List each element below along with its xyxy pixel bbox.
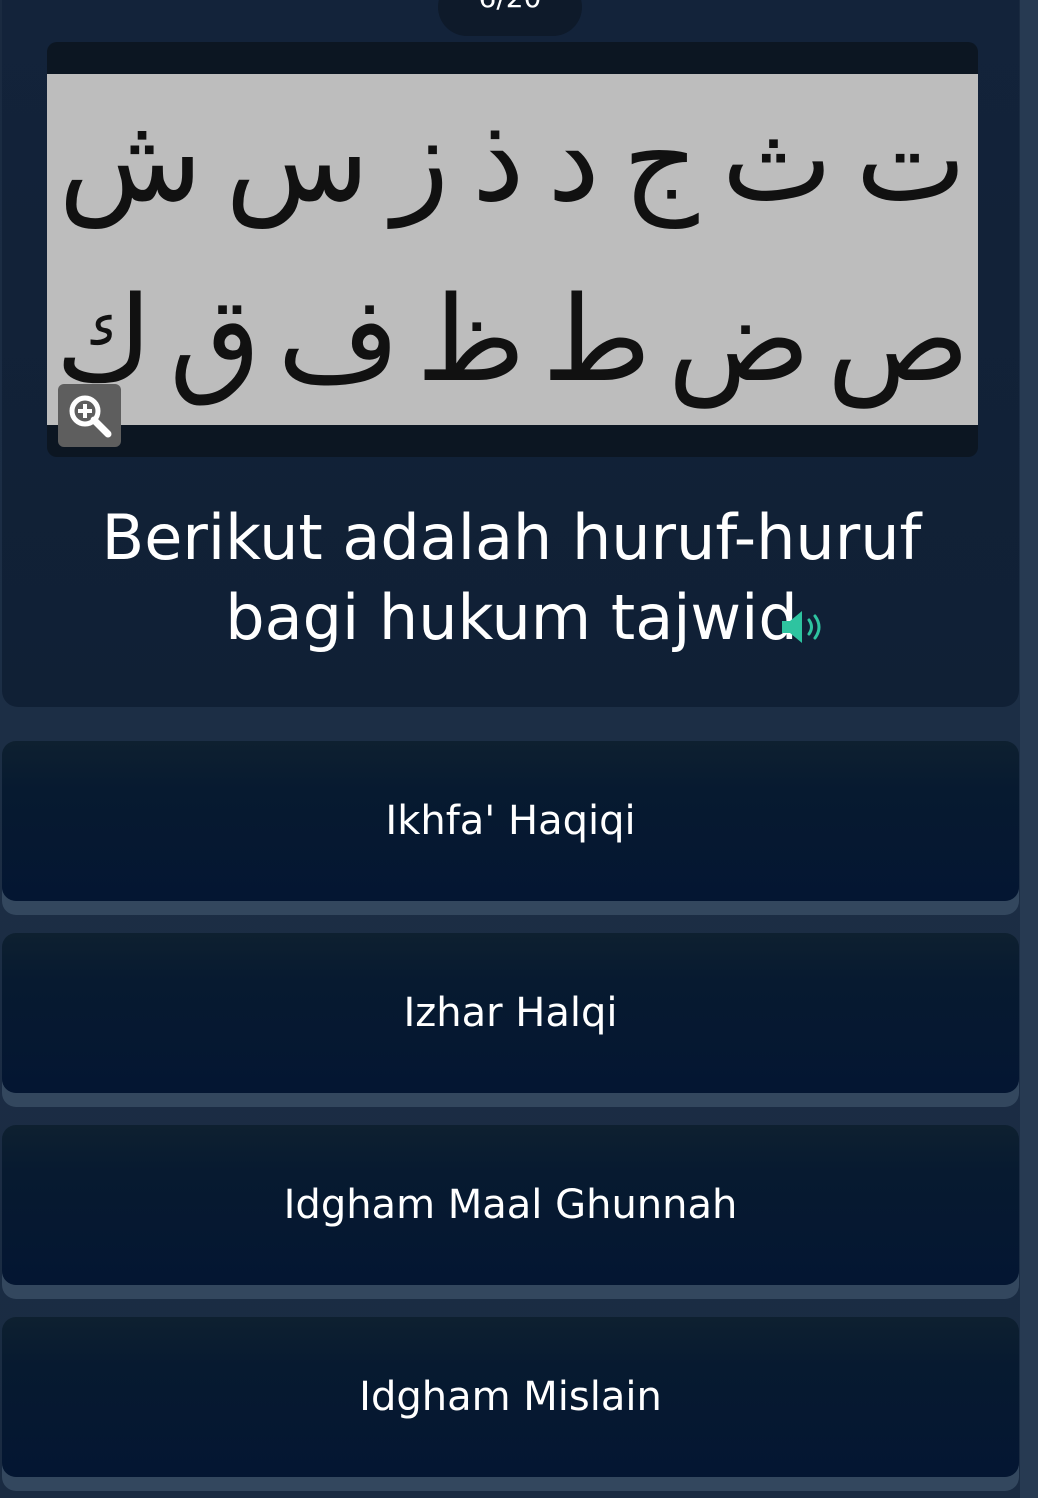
- question-counter: 6/20: [438, 0, 582, 36]
- letter-row-2: ص ض ط ظ ف ق ك: [47, 264, 978, 414]
- answer-option-label: Ikhfa' Haqiqi: [385, 798, 636, 844]
- letter: ش: [58, 90, 203, 228]
- read-aloud-button[interactable]: [778, 605, 828, 649]
- letter: ظ: [416, 270, 526, 408]
- scroll-rail: [1020, 0, 1038, 1498]
- question-text: Berikut adalah huruf-huruf bagi hukum ta…: [2, 498, 1021, 658]
- zoom-in-icon: [69, 395, 111, 437]
- letter: ت: [855, 90, 967, 228]
- letter: ق: [169, 270, 261, 408]
- letter: ز: [392, 90, 450, 228]
- answer-option[interactable]: Izhar Halqi: [2, 933, 1019, 1093]
- speaker-icon: [782, 611, 821, 643]
- question-line-2: bagi hukum tajwid: [225, 581, 798, 654]
- answer-option-label: Izhar Halqi: [403, 990, 618, 1036]
- letter: ط: [542, 270, 652, 408]
- question-line-1: Berikut adalah huruf-huruf: [101, 501, 922, 574]
- question-image: ت ث ج د ذ ز س ش ص ض ط ظ ف ق ك: [47, 74, 978, 425]
- letter-row-1: ت ث ج د ذ ز س ش: [47, 84, 978, 234]
- letter: ث: [721, 90, 833, 228]
- zoom-in-button[interactable]: [58, 384, 121, 447]
- letter: د: [547, 90, 600, 228]
- answer-option[interactable]: Ikhfa' Haqiqi: [2, 741, 1019, 901]
- question-card: ت ث ج د ذ ز س ش ص ض ط ظ ف ق ك Berikut ad…: [2, 0, 1019, 707]
- answer-option-label: Idgham Maal Ghunnah: [283, 1182, 738, 1228]
- letter: س: [225, 90, 370, 228]
- answer-option[interactable]: Idgham Mislain: [2, 1317, 1019, 1477]
- letter: ذ: [471, 90, 525, 228]
- letter: ف: [277, 270, 400, 408]
- letter: ج: [622, 90, 699, 228]
- letter: ض: [667, 270, 811, 408]
- answer-option-label: Idgham Mislain: [359, 1374, 662, 1420]
- question-image-frame: ت ث ج د ذ ز س ش ص ض ط ظ ف ق ك: [47, 42, 978, 457]
- answer-option[interactable]: Idgham Maal Ghunnah: [2, 1125, 1019, 1285]
- letter: ك: [55, 270, 153, 408]
- letter: ص: [827, 270, 970, 408]
